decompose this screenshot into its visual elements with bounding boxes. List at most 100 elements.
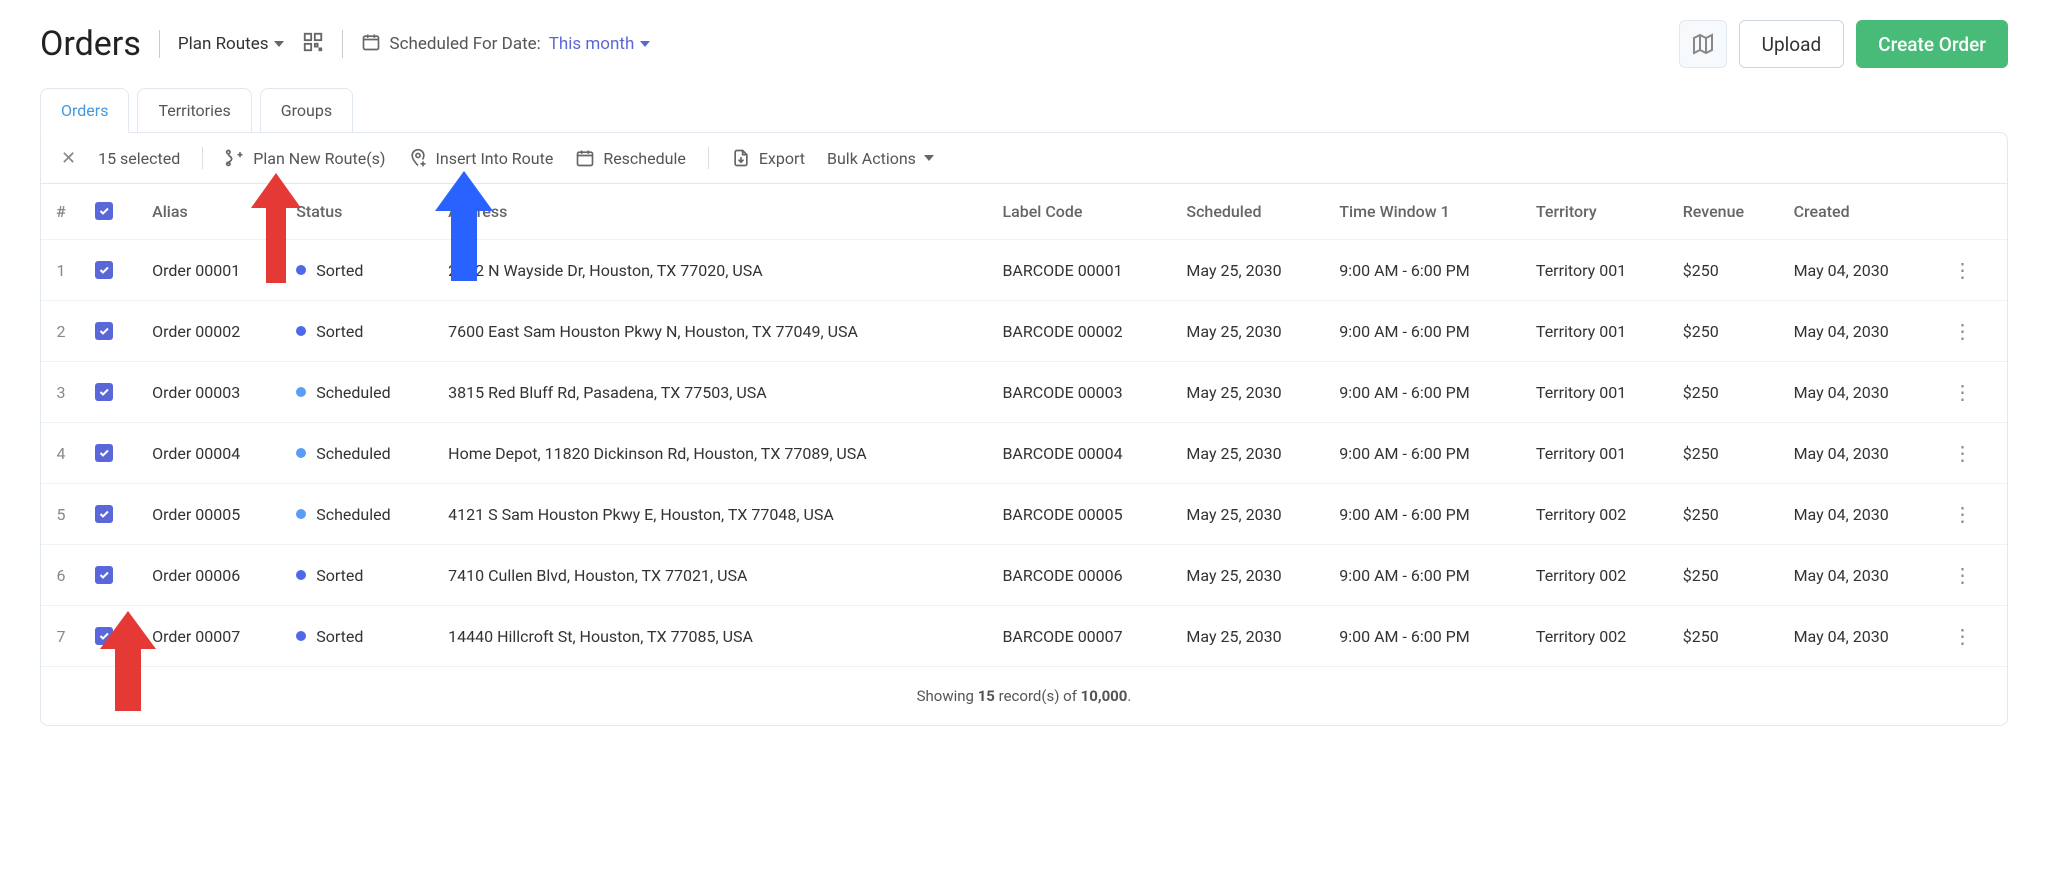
plan-routes-dropdown[interactable]: Plan Routes xyxy=(178,34,285,54)
table-container: ✕ 15 selected Plan New Route(s) Insert I… xyxy=(40,132,2008,726)
upload-button[interactable]: Upload xyxy=(1739,20,1845,68)
row-more-button[interactable]: ⋮ xyxy=(1946,319,1978,343)
table-row[interactable]: 6 Order 00006 Sorted 7410 Cullen Blvd, H… xyxy=(41,545,2007,606)
col-territory[interactable]: Territory xyxy=(1522,184,1669,240)
insert-into-route-button[interactable]: Insert Into Route xyxy=(408,148,554,168)
bulk-actions-dropdown[interactable]: Bulk Actions xyxy=(827,149,934,168)
col-label-code[interactable]: Label Code xyxy=(988,184,1172,240)
col-alias[interactable]: Alias xyxy=(138,184,282,240)
cell-actions: ⋮ xyxy=(1932,240,2007,301)
row-more-button[interactable]: ⋮ xyxy=(1946,441,1978,465)
table-header-row: # Alias Status Address Label Code Schedu… xyxy=(41,184,2007,240)
cell-label-code: BARCODE 00002 xyxy=(988,301,1172,362)
row-checkbox[interactable] xyxy=(95,444,113,462)
export-label: Export xyxy=(759,149,805,168)
status-dot-icon xyxy=(296,631,306,641)
table-row[interactable]: 5 Order 00005 Scheduled 4121 S Sam Houst… xyxy=(41,484,2007,545)
status-text: Scheduled xyxy=(316,444,390,463)
row-checkbox-cell xyxy=(81,301,138,362)
table-row[interactable]: 1 Order 00001 Sorted 2802 N Wayside Dr, … xyxy=(41,240,2007,301)
cell-time-window: 9:00 AM - 6:00 PM xyxy=(1325,240,1522,301)
select-all-checkbox[interactable] xyxy=(95,202,113,220)
footer-prefix: Showing xyxy=(917,687,978,705)
cell-label-code: BARCODE 00004 xyxy=(988,423,1172,484)
col-status[interactable]: Status xyxy=(282,184,434,240)
table-row[interactable]: 7 Order 00007 Sorted 14440 Hillcroft St,… xyxy=(41,606,2007,667)
cell-status: Sorted xyxy=(282,606,434,667)
row-checkbox[interactable] xyxy=(95,322,113,340)
plan-new-route-button[interactable]: Plan New Route(s) xyxy=(225,148,385,168)
map-button[interactable] xyxy=(1679,20,1727,68)
row-more-button[interactable]: ⋮ xyxy=(1946,563,1978,587)
cell-revenue: $250 xyxy=(1669,606,1780,667)
row-checkbox[interactable] xyxy=(95,261,113,279)
row-number: 1 xyxy=(41,240,81,301)
row-more-button[interactable]: ⋮ xyxy=(1946,258,1978,282)
cell-time-window: 9:00 AM - 6:00 PM xyxy=(1325,423,1522,484)
row-more-button[interactable]: ⋮ xyxy=(1946,502,1978,526)
row-checkbox[interactable] xyxy=(95,383,113,401)
cell-label-code: BARCODE 00007 xyxy=(988,606,1172,667)
calendar-icon xyxy=(575,148,595,168)
bulk-actions-label: Bulk Actions xyxy=(827,149,916,168)
cell-territory: Territory 001 xyxy=(1522,423,1669,484)
list-qr-icon[interactable] xyxy=(302,31,324,57)
table-row[interactable]: 4 Order 00004 Scheduled Home Depot, 1182… xyxy=(41,423,2007,484)
col-revenue[interactable]: Revenue xyxy=(1669,184,1780,240)
col-scheduled[interactable]: Scheduled xyxy=(1172,184,1325,240)
cell-address: 7410 Cullen Blvd, Houston, TX 77021, USA xyxy=(434,545,988,606)
cell-revenue: $250 xyxy=(1669,484,1780,545)
row-more-button[interactable]: ⋮ xyxy=(1946,624,1978,648)
cell-scheduled: May 25, 2030 xyxy=(1172,484,1325,545)
header-left: Orders Plan Routes Scheduled For Date: T… xyxy=(40,24,650,64)
cell-scheduled: May 25, 2030 xyxy=(1172,423,1325,484)
export-button[interactable]: Export xyxy=(731,148,805,168)
col-num: # xyxy=(41,184,81,240)
table-row[interactable]: 3 Order 00003 Scheduled 3815 Red Bluff R… xyxy=(41,362,2007,423)
tab-groups[interactable]: Groups xyxy=(260,88,353,133)
col-time-window[interactable]: Time Window 1 xyxy=(1325,184,1522,240)
date-range-value: This month xyxy=(549,34,635,54)
caret-down-icon xyxy=(924,155,934,161)
cell-time-window: 9:00 AM - 6:00 PM xyxy=(1325,484,1522,545)
plan-new-route-label: Plan New Route(s) xyxy=(253,149,385,168)
status-text: Sorted xyxy=(316,322,363,341)
clear-selection-button[interactable]: ✕ xyxy=(61,148,76,169)
footer-count: 15 xyxy=(978,687,995,705)
cell-status: Sorted xyxy=(282,301,434,362)
cell-label-code: BARCODE 00006 xyxy=(988,545,1172,606)
cell-scheduled: May 25, 2030 xyxy=(1172,240,1325,301)
pin-plus-icon xyxy=(408,148,428,168)
footer-suffix: . xyxy=(1127,687,1131,705)
upload-label: Upload xyxy=(1762,33,1822,56)
row-checkbox-cell xyxy=(81,606,138,667)
status-text: Sorted xyxy=(316,627,363,646)
table-footer: Showing 15 record(s) of 10,000. xyxy=(41,667,2007,725)
row-checkbox[interactable] xyxy=(95,505,113,523)
check-icon xyxy=(98,205,110,217)
col-checkbox xyxy=(81,184,138,240)
cell-revenue: $250 xyxy=(1669,362,1780,423)
create-order-button[interactable]: Create Order xyxy=(1856,20,2008,68)
row-checkbox[interactable] xyxy=(95,566,113,584)
reschedule-button[interactable]: Reschedule xyxy=(575,148,686,168)
cell-alias: Order 00002 xyxy=(138,301,282,362)
status-dot-icon xyxy=(296,509,306,519)
cell-address: 7600 East Sam Houston Pkwy N, Houston, T… xyxy=(434,301,988,362)
cell-address: 4121 S Sam Houston Pkwy E, Houston, TX 7… xyxy=(434,484,988,545)
date-range-dropdown[interactable]: This month xyxy=(549,34,651,54)
col-created[interactable]: Created xyxy=(1780,184,1933,240)
row-more-button[interactable]: ⋮ xyxy=(1946,380,1978,404)
row-checkbox[interactable] xyxy=(95,627,113,645)
col-address[interactable]: Address xyxy=(434,184,988,240)
cell-status: Scheduled xyxy=(282,423,434,484)
cell-actions: ⋮ xyxy=(1932,301,2007,362)
table-row[interactable]: 2 Order 00002 Sorted 7600 East Sam Houst… xyxy=(41,301,2007,362)
cell-territory: Territory 001 xyxy=(1522,240,1669,301)
tab-orders[interactable]: Orders xyxy=(40,88,129,133)
cell-label-code: BARCODE 00001 xyxy=(988,240,1172,301)
plan-routes-label: Plan Routes xyxy=(178,34,269,54)
cell-created: May 04, 2030 xyxy=(1780,484,1933,545)
cell-created: May 04, 2030 xyxy=(1780,301,1933,362)
tab-territories[interactable]: Territories xyxy=(137,88,251,133)
